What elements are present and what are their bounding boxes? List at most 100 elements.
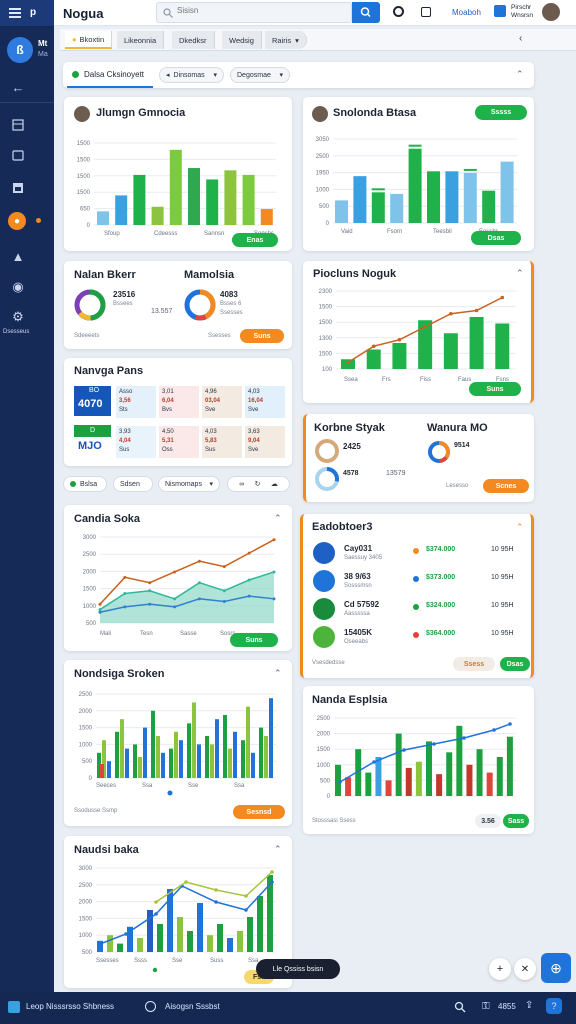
- share-icon[interactable]: ⇪: [525, 1000, 533, 1011]
- menu-icon-side[interactable]: [8, 6, 22, 20]
- x-tick-label: Fsorn: [387, 229, 402, 235]
- axis-tick-label: 500: [86, 621, 97, 627]
- bar: [426, 741, 432, 796]
- taskbar-app-name[interactable]: Leop Nisssrsso Shbness: [26, 1002, 114, 1011]
- card-button[interactable]: Scnes: [483, 479, 529, 493]
- bar-cap: [371, 188, 385, 191]
- active-item-icon[interactable]: ●: [8, 212, 26, 230]
- donut-value-4: 9514: [454, 442, 470, 449]
- list-item-icon[interactable]: [313, 570, 335, 592]
- filter-select-1[interactable]: ◂ Dinsomas ▾: [159, 67, 224, 83]
- card-button[interactable]: Suns: [230, 633, 278, 647]
- list-item-icon[interactable]: [313, 598, 335, 620]
- card-button[interactable]: Dsas: [471, 231, 521, 245]
- card-button[interactable]: Sass: [503, 814, 529, 828]
- cloud-icon[interactable]: ☁: [271, 480, 278, 488]
- axis-tick-label: 500: [320, 778, 331, 784]
- taskbar-search-label[interactable]: Aisogsn Sssbst: [165, 1002, 220, 1011]
- record-icon[interactable]: [393, 6, 404, 17]
- card-button-secondary[interactable]: Ssess: [453, 657, 495, 671]
- image-icon[interactable]: [9, 179, 27, 197]
- logo[interactable]: ß: [7, 37, 33, 63]
- chevron-up-icon[interactable]: ⌃: [274, 513, 282, 524]
- close-button[interactable]: ✕: [514, 958, 536, 980]
- user-badge-icon[interactable]: [494, 5, 506, 17]
- card-button[interactable]: Sesnsd: [233, 805, 285, 819]
- list-item-meta: 10 95H: [491, 574, 514, 581]
- chevron-up-icon[interactable]: ⌃: [516, 69, 524, 80]
- search-box[interactable]: [156, 2, 352, 23]
- chip-bar: Bslsa Sdsen Nismomaps ▾ ∞ ↻ ☁: [63, 474, 292, 496]
- toast[interactable]: Lle Qssiss bsisn: [256, 959, 340, 979]
- search-button[interactable]: [352, 2, 380, 23]
- card-button[interactable]: Dsas: [500, 657, 530, 671]
- tab-3[interactable]: Dkedksr: [172, 31, 215, 49]
- axis-tick-label: 1000: [317, 763, 331, 769]
- card-tiles: Nanvga Pans BO 4070 D MJO Asso 3,56 Sts 3,0…: [64, 358, 292, 466]
- refresh-icon[interactable]: ↻: [255, 480, 261, 488]
- card-button[interactable]: Suns: [240, 329, 284, 343]
- small-tile[interactable]: 4,03 5,83 Sus: [202, 426, 242, 458]
- square-icon[interactable]: [421, 7, 431, 17]
- small-tile[interactable]: 3,63 9,04 Sve: [245, 426, 285, 458]
- small-tile[interactable]: Asso 3,56 Sts: [116, 386, 156, 418]
- avatar[interactable]: [540, 1, 562, 23]
- search-icon[interactable]: [454, 1001, 466, 1013]
- tab-5[interactable]: Rairis ▾: [265, 31, 307, 49]
- circle-icon[interactable]: [145, 1001, 156, 1012]
- chevron-up-icon[interactable]: ⌃: [274, 844, 282, 855]
- small-tile[interactable]: 4,50 5,31 Oss: [159, 426, 199, 458]
- chip-icons[interactable]: ∞ ↻ ☁: [227, 476, 290, 492]
- card-badge[interactable]: Sssss: [475, 105, 527, 120]
- tab-2[interactable]: Likeonnia: [117, 31, 165, 49]
- axis-tick-label: 1500: [83, 587, 97, 593]
- chevron-up-icon[interactable]: ⌃: [516, 522, 524, 533]
- card-button[interactable]: Suns: [469, 382, 521, 396]
- tab-4[interactable]: Wedsig: [222, 31, 262, 49]
- back-arrow-icon[interactable]: ←: [9, 78, 27, 96]
- bar: [469, 317, 484, 369]
- settings-icon[interactable]: ⚙: [9, 308, 27, 326]
- add-fab-button[interactable]: ⊕: [541, 953, 571, 983]
- chevron-left-icon[interactable]: ‹: [519, 33, 522, 44]
- app-icon[interactable]: [8, 1001, 20, 1013]
- globe-icon[interactable]: ◉: [9, 278, 27, 296]
- bar: [206, 179, 219, 225]
- small-tile-text: 03,04: [205, 398, 221, 404]
- small-tile-text: Sts: [119, 407, 128, 413]
- card-title-left: Korbne Styak: [314, 422, 385, 434]
- chevron-up-icon[interactable]: ⌃: [274, 668, 282, 679]
- tab-active[interactable]: ● Bkoxtin: [65, 31, 113, 49]
- small-tile[interactable]: 3,01 6,04 Bvs: [159, 386, 199, 418]
- chip-2[interactable]: Sdsen: [113, 476, 153, 492]
- tile-secondary[interactable]: D MJO: [74, 425, 111, 455]
- chat-icon[interactable]: [9, 147, 27, 165]
- chevron-up-icon[interactable]: ⌃: [516, 268, 524, 279]
- tile-primary[interactable]: BO 4070: [74, 386, 111, 416]
- lock-icon[interactable]: ⚿: [482, 1001, 490, 1012]
- layout-icon[interactable]: [9, 116, 27, 134]
- list-item-icon[interactable]: [313, 542, 335, 564]
- header-link[interactable]: Moaboh: [452, 8, 481, 17]
- help-icon[interactable]: ?: [546, 998, 562, 1014]
- small-tile[interactable]: 3,93 4,04 Sus: [116, 426, 156, 458]
- bar: [117, 943, 123, 952]
- axis-tick-label: 1500: [319, 351, 333, 357]
- small-tile[interactable]: 4,03 16,04 Sve: [245, 386, 285, 418]
- line-point: [197, 581, 201, 585]
- card-button-secondary[interactable]: 3.56: [475, 814, 501, 828]
- filter-icon: ◂: [166, 72, 170, 79]
- card-button[interactable]: Enas: [232, 233, 278, 247]
- small-tile-text: Sus: [119, 447, 130, 453]
- small-tile[interactable]: 4,96 03,04 Sve: [202, 386, 242, 418]
- bar: [445, 171, 459, 223]
- search-input[interactable]: [177, 6, 337, 15]
- list-item-icon[interactable]: [313, 626, 335, 648]
- filter-select-2[interactable]: Degosmae ▾: [230, 67, 290, 83]
- hat-icon[interactable]: ▲: [9, 247, 27, 265]
- plus-button[interactable]: +: [489, 958, 511, 980]
- small-tile-text: Oss: [162, 447, 173, 453]
- chip-1[interactable]: Bslsa: [63, 476, 107, 492]
- chip-3[interactable]: Nismomaps ▾: [158, 476, 220, 492]
- loop-icon[interactable]: ∞: [239, 481, 244, 488]
